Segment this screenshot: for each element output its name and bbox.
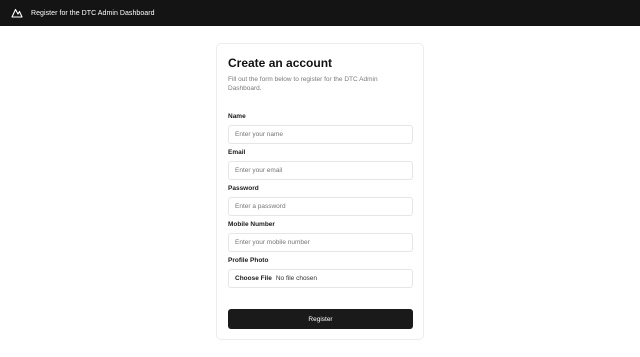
card-description: Fill out the form below to register for … xyxy=(228,76,378,92)
email-label: Email xyxy=(228,149,246,156)
choose-file-button[interactable]: Choose File xyxy=(235,275,272,282)
name-input[interactable] xyxy=(228,125,413,144)
password-input[interactable] xyxy=(228,197,413,216)
password-field-group: Password xyxy=(228,185,413,216)
email-field-group: Email xyxy=(228,149,413,180)
register-card: Create an account Fill out the form belo… xyxy=(216,43,424,340)
mobile-label: Mobile Number xyxy=(228,221,275,228)
profile-photo-file-input[interactable]: Choose File No file chosen xyxy=(228,269,413,288)
register-button[interactable]: Register xyxy=(228,309,413,329)
mountain-logo-icon[interactable] xyxy=(11,8,23,18)
name-label: Name xyxy=(228,113,246,120)
password-label: Password xyxy=(228,185,259,192)
card-title: Create an account xyxy=(228,56,333,70)
file-status: No file chosen xyxy=(275,275,318,282)
photo-label: Profile Photo xyxy=(228,257,269,264)
top-bar: Register for the DTC Admin Dashboard xyxy=(0,0,640,26)
photo-field-group: Profile Photo Choose File No file chosen xyxy=(228,257,413,288)
mobile-field-group: Mobile Number xyxy=(228,221,413,252)
name-field-group: Name xyxy=(228,113,413,144)
email-input[interactable] xyxy=(228,161,413,180)
mobile-input[interactable] xyxy=(228,233,413,252)
page-title: Register for the DTC Admin Dashboard xyxy=(31,9,155,17)
